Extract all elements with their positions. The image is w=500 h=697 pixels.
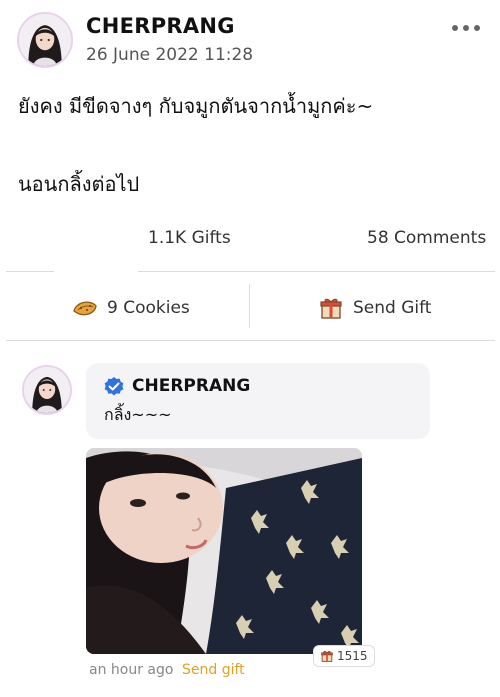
comment-text: กลิ้ง~~~ (104, 405, 172, 424)
comment-send-gift-link[interactable]: Send gift (182, 662, 245, 678)
comments-count[interactable]: 58 Comments (367, 228, 486, 248)
post-timestamp: 26 June 2022 11:28 (86, 45, 254, 65)
gift-count-badge[interactable]: 1515 (313, 645, 375, 667)
gift-icon (321, 650, 333, 662)
divider (6, 340, 495, 341)
post-text-line-1: ยังคง มีขีดจางๆ กับจมูกตันจากน้ำมูกค่ะ~ (18, 94, 374, 118)
action-divider (249, 284, 250, 328)
more-icon[interactable] (452, 20, 480, 36)
send-gift-button[interactable]: Send Gift (318, 292, 431, 324)
comment-photo[interactable] (86, 448, 362, 654)
gift-count-value: 1515 (337, 649, 368, 663)
divider (6, 271, 54, 272)
comment-time: an hour ago (89, 662, 174, 678)
send-gift-label: Send Gift (353, 298, 432, 318)
gift-icon (320, 298, 342, 319)
cookies-label: 9 Cookies (107, 298, 190, 318)
author-name[interactable]: CHERPRANG (86, 14, 235, 38)
post-text-line-2: นอนกลิ้งต่อไป (18, 172, 140, 196)
divider (138, 271, 495, 272)
comment-author-name[interactable]: CHERPRANG (132, 376, 250, 396)
cookies-button[interactable]: 9 Cookies (72, 292, 190, 324)
gifts-count[interactable]: 1.1K Gifts (148, 228, 231, 248)
author-avatar[interactable] (17, 12, 73, 68)
comment-author-avatar[interactable] (22, 365, 72, 415)
cookie-icon (73, 301, 97, 316)
verified-badge-icon (104, 377, 124, 396)
